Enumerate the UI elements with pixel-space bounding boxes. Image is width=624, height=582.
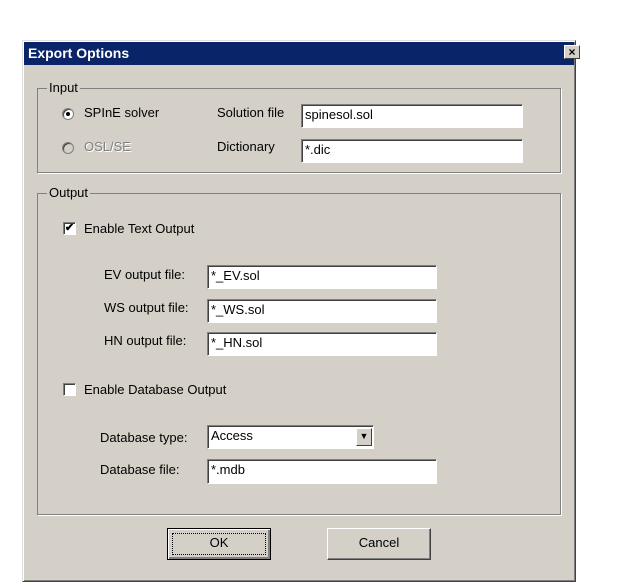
- spine-solver-radio[interactable]: [62, 108, 74, 120]
- dictionary-label: Dictionary: [217, 139, 275, 154]
- ok-button-label: OK: [209, 535, 229, 550]
- enable-database-output-label[interactable]: Enable Database Output: [84, 382, 226, 398]
- solution-file-input[interactable]: spinesol.sol: [301, 104, 523, 128]
- solution-file-label: Solution file: [217, 105, 285, 120]
- close-button[interactable]: ×: [564, 45, 580, 59]
- cancel-button[interactable]: Cancel: [327, 528, 431, 560]
- ws-output-file-input[interactable]: *_WS.sol: [207, 299, 437, 323]
- database-type-value: Access: [211, 428, 253, 443]
- osl-se-label[interactable]: OSL/SE: [84, 139, 131, 155]
- window-title: Export Options: [28, 45, 130, 61]
- chevron-down-icon: ▼: [359, 431, 369, 441]
- hn-output-file-label: HN output file:: [104, 333, 187, 348]
- checkmark-icon: ✔: [64, 222, 75, 234]
- ws-output-file-label: WS output file:: [104, 300, 189, 315]
- database-file-label: Database file:: [100, 462, 180, 477]
- enable-text-output-checkbox[interactable]: ✔: [63, 222, 76, 235]
- radio-selected-dot: [66, 112, 70, 116]
- dropdown-arrow-icon[interactable]: ▼: [356, 428, 372, 446]
- spine-solver-label[interactable]: SPInE solver: [84, 105, 159, 121]
- input-group-label: Input: [47, 80, 80, 96]
- enable-database-output-checkbox[interactable]: [63, 383, 76, 396]
- ok-button[interactable]: OK: [167, 528, 271, 560]
- ev-output-file-input[interactable]: *_EV.sol: [207, 265, 437, 289]
- database-type-label: Database type:: [100, 430, 188, 445]
- database-type-select[interactable]: Access ▼: [207, 425, 374, 449]
- output-group-label: Output: [47, 185, 91, 201]
- title-bar[interactable]: Export Options ×: [24, 42, 580, 65]
- database-file-input[interactable]: *.mdb: [207, 459, 437, 484]
- dictionary-input[interactable]: *.dic: [301, 139, 523, 163]
- hn-output-file-input[interactable]: *_HN.sol: [207, 332, 437, 356]
- close-icon: ×: [568, 45, 576, 59]
- ev-output-file-label: EV output file:: [104, 267, 185, 282]
- cancel-button-label: Cancel: [358, 535, 400, 550]
- enable-text-output-label[interactable]: Enable Text Output: [84, 221, 194, 237]
- osl-se-radio[interactable]: [62, 142, 74, 154]
